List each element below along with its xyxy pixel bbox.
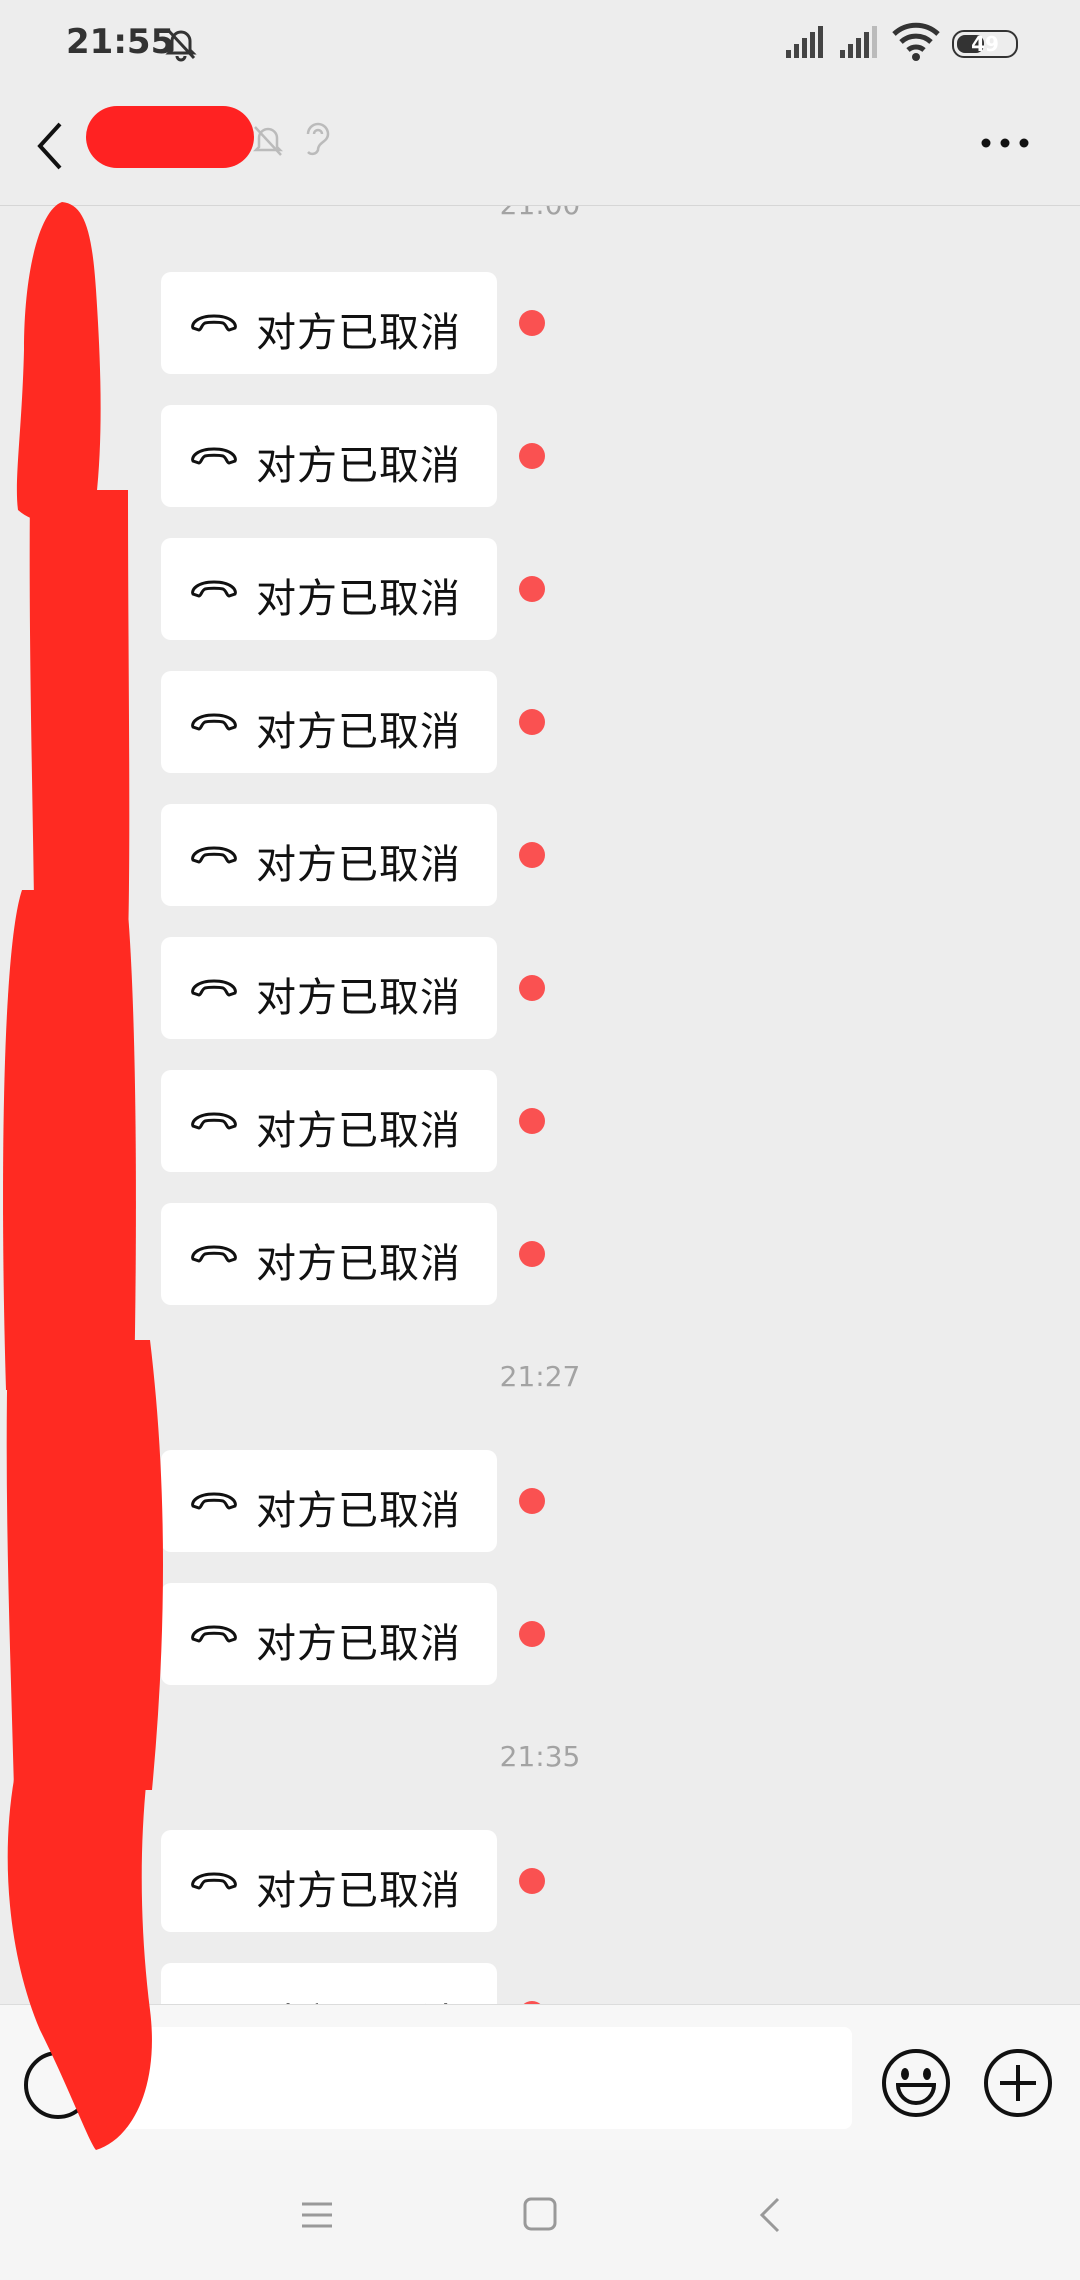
message-text: 对方已取消 <box>256 310 461 356</box>
message-text: 对方已取消 <box>256 1991 461 2004</box>
message-text: 对方已取消 <box>256 1108 461 1154</box>
unread-dot <box>519 842 545 868</box>
signal-icon-2 <box>838 26 882 64</box>
earpiece-icon <box>300 120 334 164</box>
call-message-bubble[interactable]: 对方已取消 <box>161 804 497 906</box>
unread-dot <box>519 310 545 336</box>
back-arrow-icon[interactable] <box>34 118 68 178</box>
more-icon[interactable] <box>980 134 1030 153</box>
hangup-phone-icon <box>189 445 239 471</box>
message-text: 对方已取消 <box>256 1241 461 1287</box>
message-text: 对方已取消 <box>256 1488 461 1534</box>
call-message-bubble[interactable]: 对方已取消 <box>161 1830 497 1932</box>
signal-icon <box>784 26 828 64</box>
mute-bell-icon <box>250 122 286 162</box>
message-text: 对方已取消 <box>256 1868 461 1914</box>
message-text: 对方已取消 <box>256 842 461 888</box>
hangup-phone-icon <box>189 844 239 870</box>
call-message-bubble[interactable]: 对方已取消 <box>161 1450 497 1552</box>
hangup-phone-icon <box>189 1870 239 1896</box>
contact-name-redacted[interactable] <box>86 106 254 168</box>
menu-icon[interactable] <box>300 2200 334 2234</box>
call-message-bubble[interactable]: 对方已取消 <box>161 272 497 374</box>
hangup-phone-icon <box>189 578 239 604</box>
call-message-bubble[interactable]: 对方已取消 <box>161 1070 497 1172</box>
unread-dot <box>519 443 545 469</box>
nav-back-icon[interactable] <box>758 2196 782 2238</box>
call-message-bubble[interactable]: 对方已取消 <box>161 937 497 1039</box>
hangup-phone-icon <box>189 1110 239 1136</box>
redaction-scribble <box>3 202 163 2150</box>
do-not-disturb-icon <box>162 24 200 66</box>
message-text: 对方已取消 <box>256 709 461 755</box>
home-icon[interactable] <box>522 2196 558 2236</box>
battery-icon: 49 <box>952 30 1018 58</box>
wifi-icon <box>892 22 940 66</box>
hangup-phone-icon <box>189 977 239 1003</box>
message-text: 对方已取消 <box>256 576 461 622</box>
unread-dot <box>519 1488 545 1514</box>
battery-level: 49 <box>971 32 999 56</box>
status-bar: 21:55 49 <box>0 0 1080 88</box>
call-message-bubble[interactable]: 对方已取消 <box>161 671 497 773</box>
message-text: 对方已取消 <box>256 1621 461 1667</box>
message-text: 对方已取消 <box>256 975 461 1021</box>
message-text: 对方已取消 <box>256 443 461 489</box>
call-message-bubble[interactable]: 对方已取消 <box>161 1963 497 2004</box>
status-time: 21:55 <box>66 22 175 62</box>
call-message-bubble[interactable]: 对方已取消 <box>161 1203 497 1305</box>
unread-dot <box>519 1868 545 1894</box>
call-message-bubble[interactable]: 对方已取消 <box>161 1583 497 1685</box>
hangup-phone-icon <box>189 711 239 737</box>
emoji-icon[interactable] <box>880 2047 952 2123</box>
hangup-phone-icon <box>189 1490 239 1516</box>
hangup-phone-icon <box>189 1243 239 1269</box>
unread-dot <box>519 576 545 602</box>
message-input[interactable] <box>118 2027 852 2129</box>
unread-dot <box>519 1108 545 1134</box>
unread-dot <box>519 1241 545 1267</box>
call-message-bubble[interactable]: 对方已取消 <box>161 538 497 640</box>
hangup-phone-icon <box>189 1623 239 1649</box>
unread-dot <box>519 975 545 1001</box>
chat-header <box>0 88 1080 206</box>
plus-icon[interactable] <box>982 2047 1054 2123</box>
unread-dot <box>519 709 545 735</box>
hangup-phone-icon <box>189 312 239 338</box>
call-message-bubble[interactable]: 对方已取消 <box>161 405 497 507</box>
unread-dot <box>519 1621 545 1647</box>
system-nav-bar <box>0 2150 1080 2280</box>
